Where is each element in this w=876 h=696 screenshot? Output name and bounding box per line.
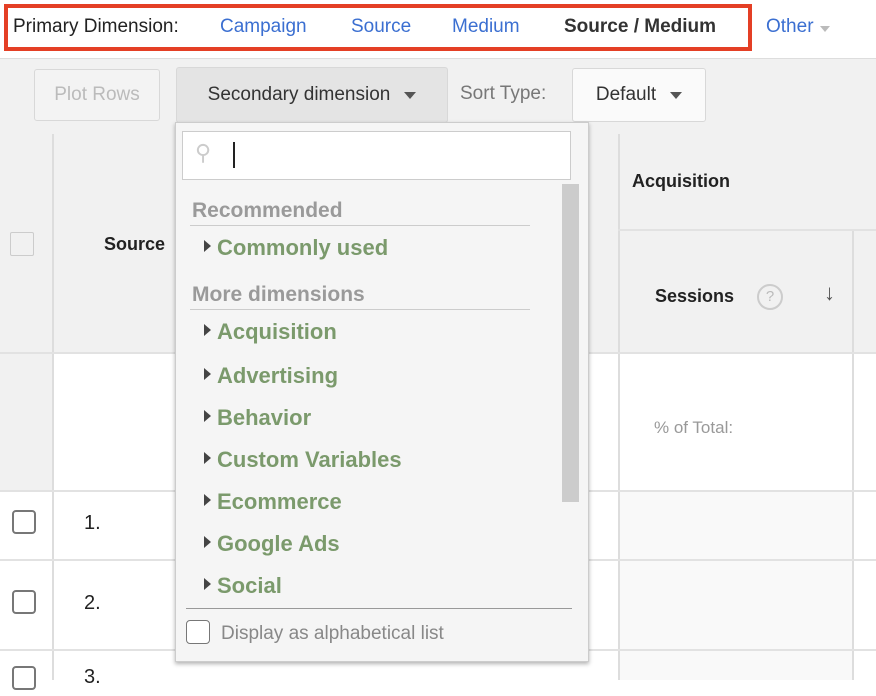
chevron-down-icon (670, 91, 683, 99)
secondary-dimension-dropdown: ⚲ Recommended Commonly used More dimensi… (175, 122, 589, 662)
expand-arrow-icon (204, 368, 211, 380)
expand-arrow-icon (204, 324, 211, 336)
group-label: Commonly used (217, 235, 389, 260)
row-number: 1. (84, 512, 101, 534)
alphabetical-list-label[interactable]: Display as alphabetical list (221, 623, 444, 645)
sort-type-value: Default (595, 84, 657, 105)
group-label: Advertising (217, 363, 339, 388)
sessions-column-header[interactable]: Sessions (655, 286, 734, 307)
primary-dimension-label: Primary Dimension: (13, 16, 179, 37)
dimension-group-google-ads[interactable]: Google Ads (204, 531, 340, 557)
select-all-checkbox[interactable] (10, 232, 34, 256)
expand-arrow-icon (204, 536, 211, 548)
row-checkbox[interactable] (12, 510, 36, 534)
group-label: Ecommerce (217, 489, 342, 514)
sort-type-select[interactable]: Default (572, 68, 706, 122)
dimension-group-ecommerce[interactable]: Ecommerce (204, 489, 342, 515)
more-dimensions-heading: More dimensions (192, 283, 365, 306)
secondary-dimension-label: Secondary dimension (207, 84, 391, 105)
expand-arrow-icon (204, 578, 211, 590)
other-label: Other (766, 16, 814, 37)
group-label: Google Ads (217, 531, 340, 556)
chevron-down-icon (404, 91, 417, 99)
source-column-header[interactable]: Source (104, 234, 165, 255)
plot-rows-button[interactable]: Plot Rows (34, 69, 160, 121)
dimension-medium[interactable]: Medium (452, 16, 520, 38)
recommended-heading: Recommended (192, 199, 343, 222)
dimension-search-input[interactable]: ⚲ (182, 131, 571, 180)
dropdown-scrollbar[interactable] (562, 184, 579, 502)
dimension-other[interactable]: Other (766, 16, 830, 38)
dimension-group-behavior[interactable]: Behavior (204, 405, 311, 431)
acquisition-header: Acquisition (632, 171, 730, 191)
text-cursor (233, 142, 235, 168)
dimension-source-medium: Source / Medium (564, 16, 717, 37)
row-number: 3. (84, 666, 101, 688)
dimension-group-custom-variables[interactable]: Custom Variables (204, 447, 402, 473)
row-number: 2. (84, 592, 101, 614)
dimension-group-social[interactable]: Social (204, 573, 282, 593)
primary-dimension-bar: Primary Dimension: Campaign Source Mediu… (0, 0, 876, 58)
dimension-source[interactable]: Source (351, 16, 411, 38)
secondary-dimension-button[interactable]: Secondary dimension (176, 67, 448, 123)
row-checkbox[interactable] (12, 590, 36, 614)
expand-arrow-icon (204, 410, 211, 422)
alphabetical-list-checkbox[interactable] (186, 620, 210, 644)
expand-arrow-icon (204, 494, 211, 506)
dimension-group-commonly-used[interactable]: Commonly used (204, 235, 388, 261)
search-icon: ⚲ (195, 140, 212, 165)
expand-arrow-icon (204, 452, 211, 464)
dimension-campaign[interactable]: Campaign (220, 16, 307, 38)
dimension-group-acquisition[interactable]: Acquisition (204, 319, 337, 345)
help-icon[interactable]: ? (757, 284, 783, 310)
group-label: Behavior (217, 405, 312, 430)
dimension-group-advertising[interactable]: Advertising (204, 363, 338, 389)
group-label: Custom Variables (217, 447, 402, 472)
group-label: Social (217, 573, 282, 593)
sort-type-label: Sort Type: (460, 83, 547, 104)
expand-arrow-icon (204, 240, 211, 252)
sort-descending-arrow-icon[interactable]: ↓ (824, 280, 835, 306)
group-label: Acquisition (217, 319, 337, 344)
percent-of-total-label: % of Total: (654, 418, 734, 437)
row-checkbox[interactable] (12, 666, 36, 690)
chevron-down-icon (819, 26, 830, 32)
